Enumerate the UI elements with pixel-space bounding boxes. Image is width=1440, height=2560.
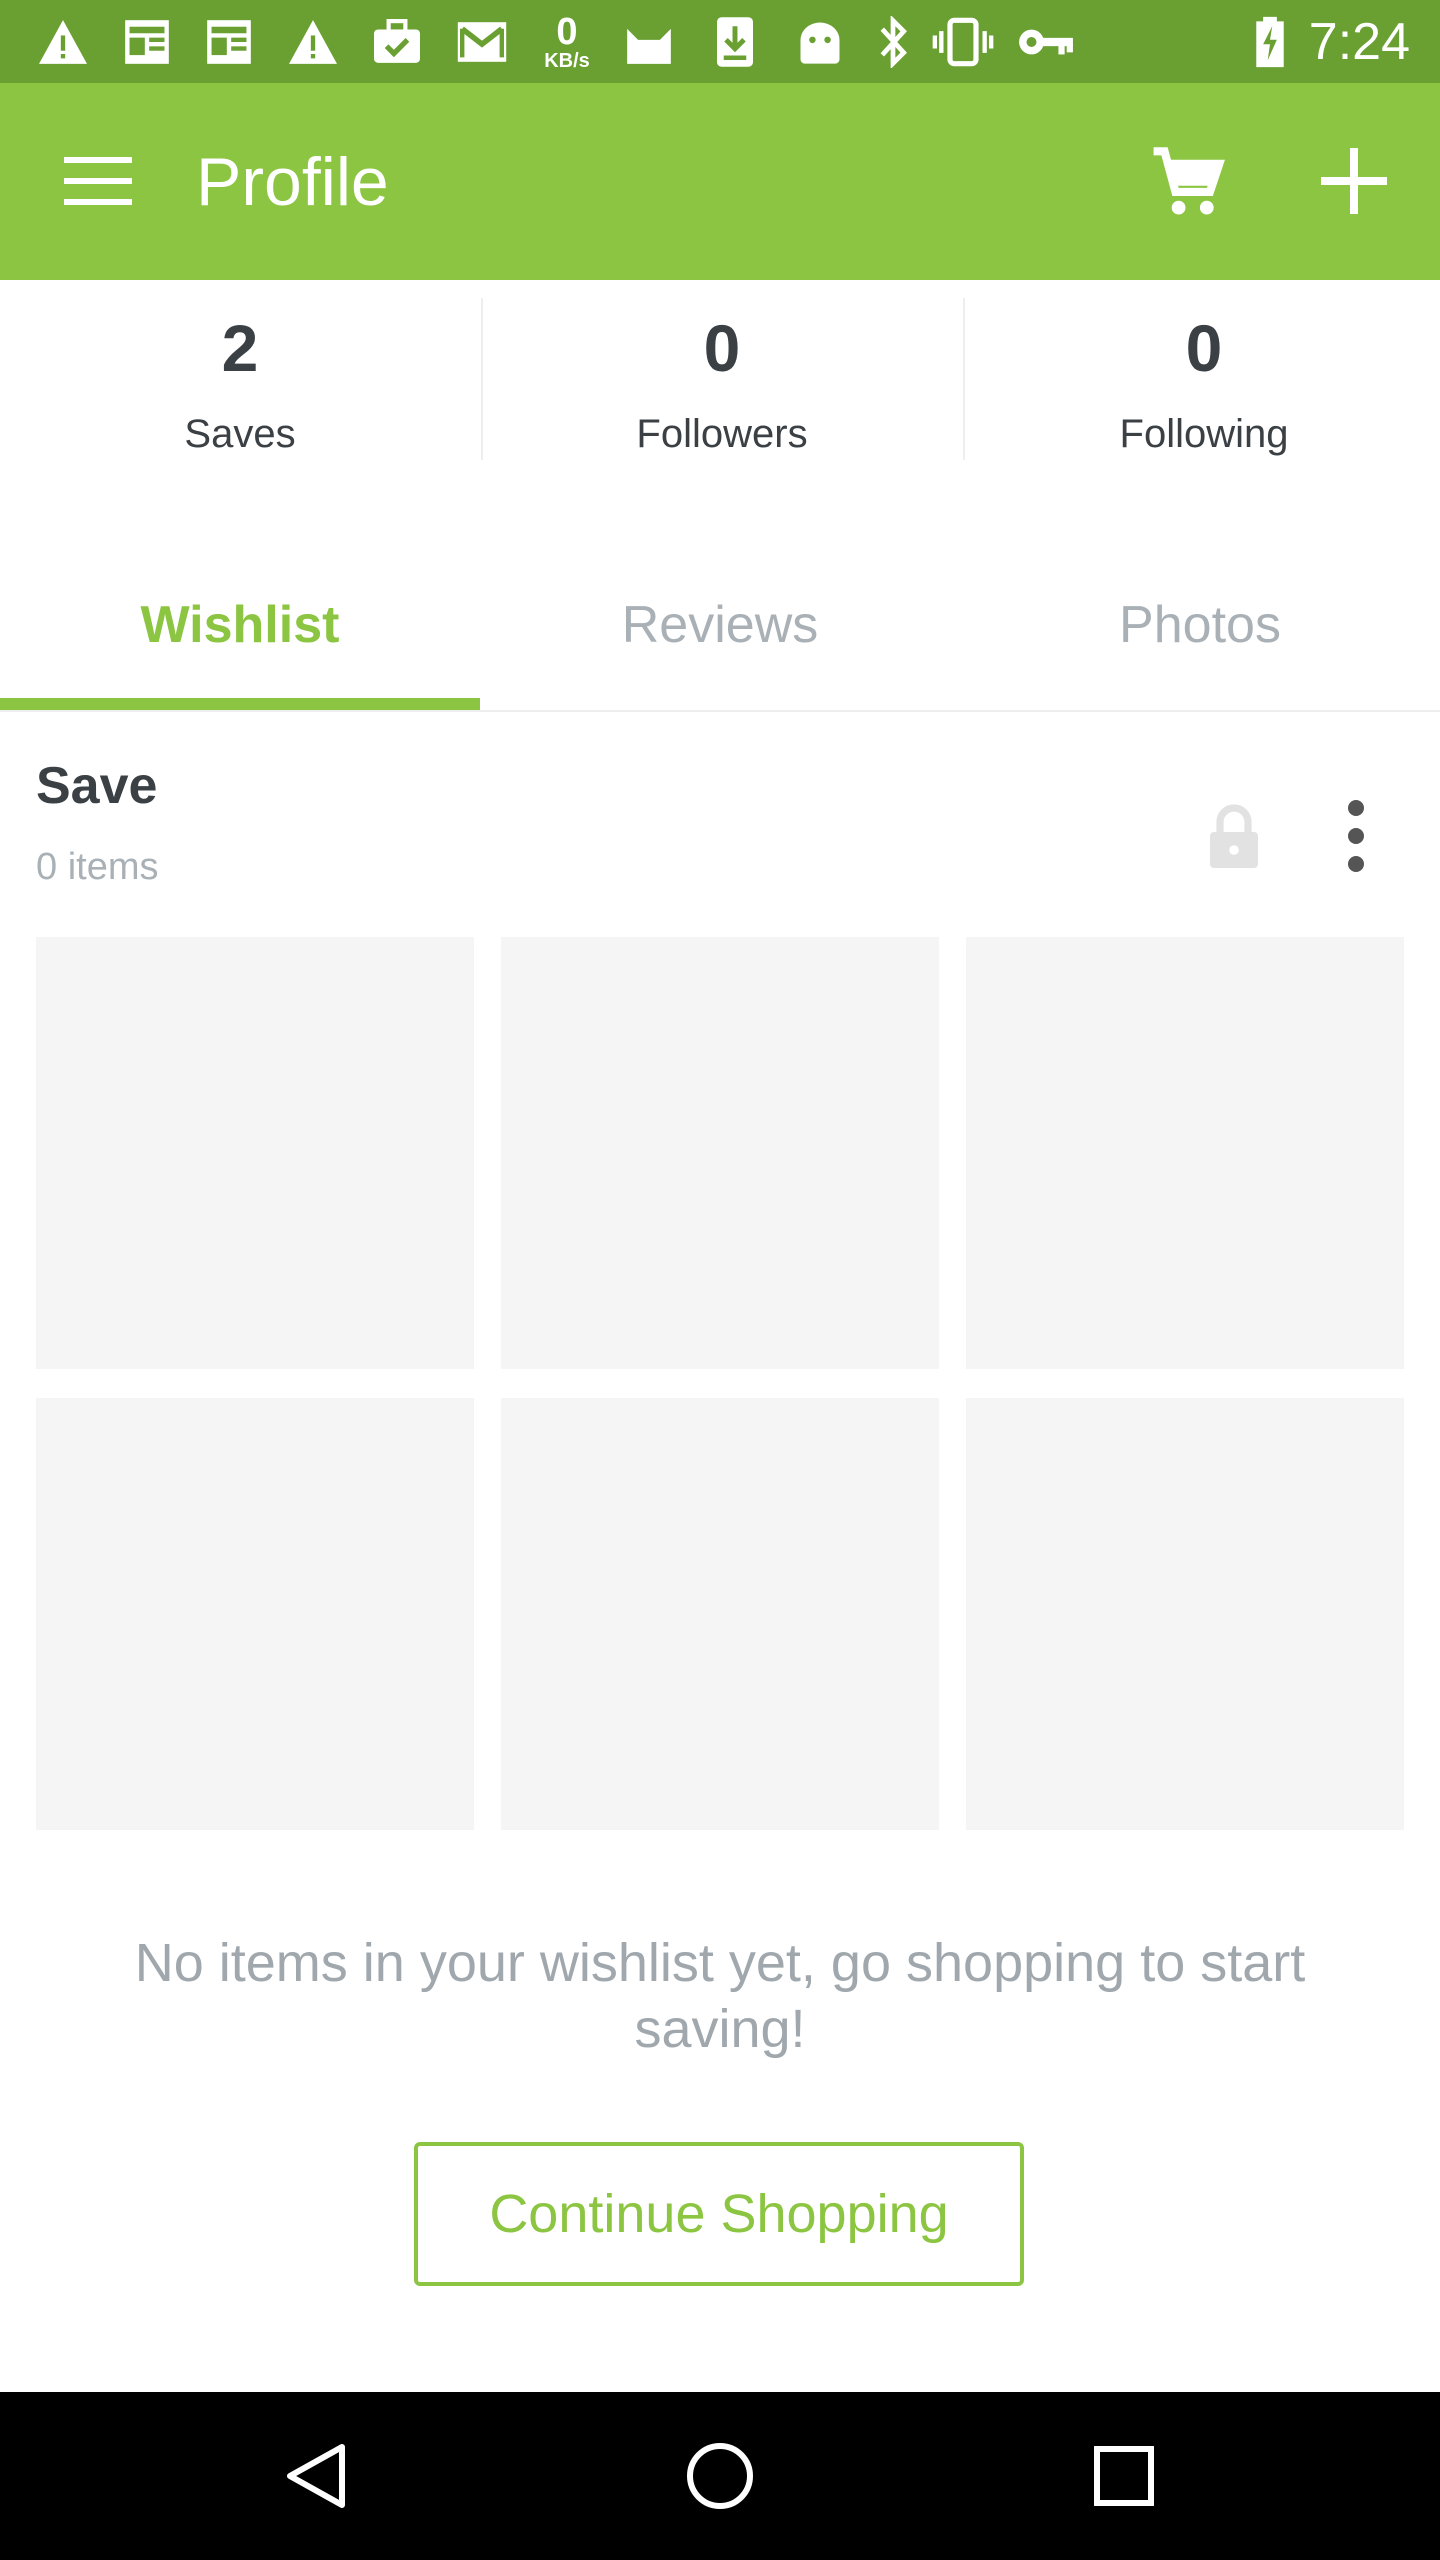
- empty-wishlist-message: No items in your wishlist yet, go shoppi…: [134, 1933, 1306, 2059]
- key-icon: [1014, 0, 1078, 83]
- wishlist-count: 0 items: [36, 846, 159, 888]
- stat-value: 0: [703, 311, 741, 385]
- home-circle-icon: [687, 2443, 753, 2509]
- wishlist-placeholder-tile: [501, 937, 939, 1369]
- warning-icon: [34, 0, 92, 83]
- tab-wishlist[interactable]: Wishlist: [0, 540, 480, 710]
- profile-stats: 2 Saves 0 Followers 0 Following: [0, 280, 1440, 490]
- more-options-button[interactable]: [1326, 796, 1386, 876]
- back-button[interactable]: [216, 2392, 416, 2560]
- warning-icon: [284, 0, 342, 83]
- stat-following[interactable]: 0 Following: [964, 280, 1440, 490]
- system-nav-bar: [0, 2392, 1440, 2560]
- active-tab-indicator: [0, 698, 480, 710]
- wishlist-placeholder-tile: [966, 1398, 1404, 1830]
- tab-reviews[interactable]: Reviews: [480, 540, 960, 710]
- recents-square-icon: [1094, 2446, 1154, 2506]
- stat-label: Following: [1119, 412, 1289, 456]
- back-triangle-icon: [287, 2444, 345, 2508]
- net-speed-unit: KB/s: [544, 49, 590, 72]
- status-time: 7:24: [1308, 12, 1410, 71]
- hamburger-menu-icon: [64, 157, 132, 205]
- net-speed-value: 0: [556, 10, 578, 53]
- app-bar: Profile: [0, 83, 1440, 280]
- wishlist-placeholder-tile: [966, 937, 1404, 1369]
- bluetooth-icon: [868, 0, 918, 83]
- shopping-cart-icon: [1153, 147, 1225, 215]
- news-icon: [118, 0, 176, 83]
- add-button[interactable]: [1306, 133, 1402, 229]
- wishlist-title: Save: [36, 757, 158, 815]
- more-vert-icon: [1348, 800, 1364, 872]
- stat-value: 2: [221, 311, 259, 385]
- wishlist-placeholder-tile: [501, 1398, 939, 1830]
- vibrate-icon: [928, 0, 998, 83]
- stat-value: 0: [1185, 311, 1223, 385]
- home-button[interactable]: [620, 2392, 820, 2560]
- wishlist-placeholder-tile: [36, 937, 474, 1369]
- continue-shopping-button[interactable]: Continue Shopping: [414, 2142, 1024, 2286]
- cart-button[interactable]: [1140, 133, 1236, 229]
- cat-icon: [620, 0, 678, 83]
- tab-photos[interactable]: Photos: [960, 540, 1440, 710]
- battery-icon: [1250, 0, 1290, 83]
- wishlist-placeholder-tile: [36, 1398, 474, 1830]
- briefcase-icon: [368, 0, 426, 83]
- status-bar: 0 KB/s 7:24: [0, 0, 1440, 83]
- recents-button[interactable]: [1024, 2392, 1224, 2560]
- page-title: Profile: [196, 143, 389, 220]
- stat-label: Saves: [184, 412, 296, 456]
- stat-saves[interactable]: 2 Saves: [0, 280, 480, 490]
- lock-icon[interactable]: [1206, 804, 1262, 868]
- net-speed: 0 KB/s: [532, 0, 602, 83]
- news-icon: [200, 0, 258, 83]
- profile-tabs: Wishlist Reviews Photos: [0, 540, 1440, 712]
- download-icon: [706, 0, 764, 83]
- stat-followers[interactable]: 0 Followers: [482, 280, 962, 490]
- gmail-icon: [452, 0, 512, 83]
- plus-icon: [1321, 148, 1387, 214]
- stat-label: Followers: [636, 412, 808, 456]
- android-icon: [790, 0, 850, 83]
- menu-button[interactable]: [48, 141, 148, 221]
